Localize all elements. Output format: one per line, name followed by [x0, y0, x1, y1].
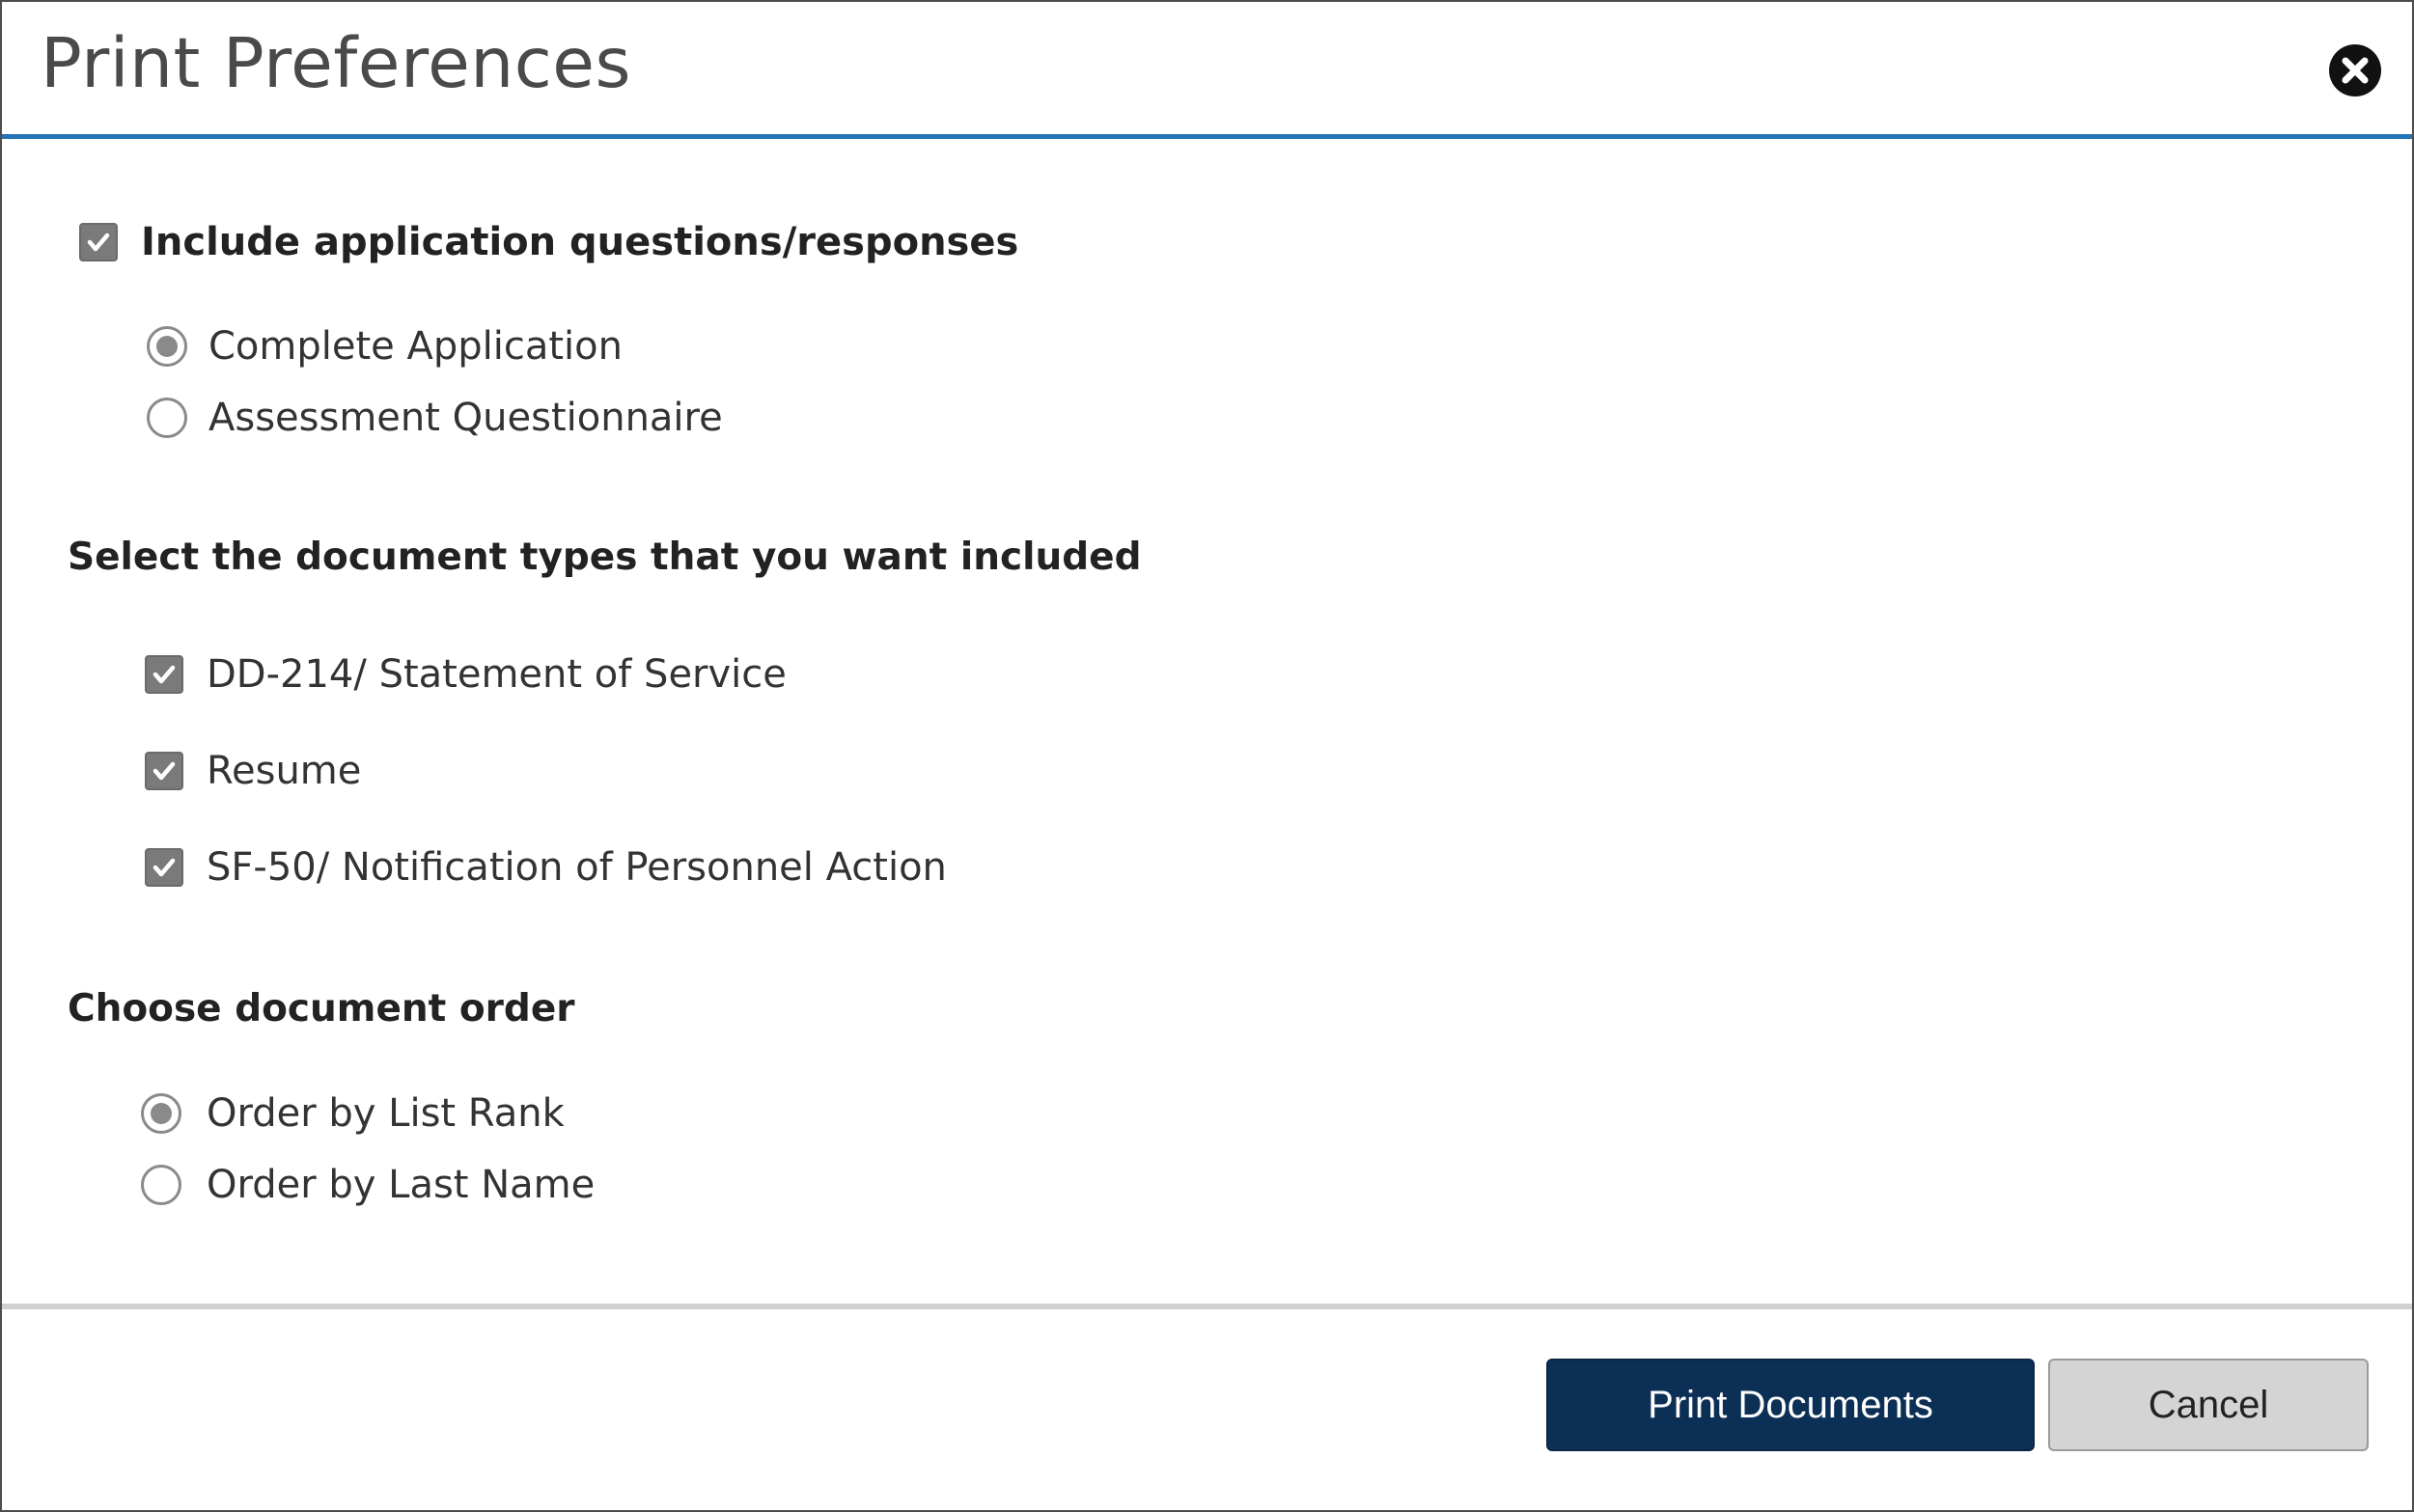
- cancel-button[interactable]: Cancel: [2048, 1359, 2369, 1451]
- radio-label: Assessment Questionnaire: [208, 396, 723, 440]
- document-order-heading: Choose document order: [68, 987, 575, 1031]
- doc-type-sf50[interactable]: SF-50/ Notification of Personnel Action: [145, 845, 947, 890]
- radio-button[interactable]: [141, 1165, 181, 1205]
- sf50-checkbox[interactable]: [145, 848, 183, 887]
- print-documents-button[interactable]: Print Documents: [1546, 1359, 2035, 1451]
- dd214-checkbox[interactable]: [145, 655, 183, 694]
- radio-assessment-questionnaire[interactable]: Assessment Questionnaire: [147, 396, 723, 440]
- radio-order-last-name[interactable]: Order by Last Name: [141, 1163, 595, 1207]
- radio-order-list-rank[interactable]: Order by List Rank: [141, 1091, 565, 1136]
- dd214-label: DD-214/ Statement of Service: [207, 652, 787, 697]
- resume-checkbox[interactable]: [145, 752, 183, 790]
- resume-label: Resume: [207, 749, 362, 793]
- close-icon[interactable]: [2328, 43, 2382, 97]
- radio-label: Order by List Rank: [207, 1091, 565, 1136]
- include-questions-label: Include application questions/responses: [141, 220, 1019, 264]
- radio-label: Order by Last Name: [207, 1163, 596, 1207]
- print-preferences-dialog: Print Preferences Include application qu…: [0, 0, 2414, 1512]
- document-types-heading: Select the document types that you want …: [68, 536, 1142, 579]
- radio-button[interactable]: [147, 398, 187, 438]
- doc-type-resume[interactable]: Resume: [145, 749, 361, 793]
- radio-label: Complete Application: [208, 324, 623, 369]
- sf50-label: SF-50/ Notification of Personnel Action: [207, 845, 947, 890]
- footer-divider: [2, 1304, 2412, 1309]
- include-questions-checkbox-row[interactable]: Include application questions/responses: [79, 220, 1018, 264]
- doc-type-dd214[interactable]: DD-214/ Statement of Service: [145, 652, 787, 697]
- dialog-title: Print Preferences: [41, 23, 631, 103]
- radio-complete-application[interactable]: Complete Application: [147, 324, 623, 369]
- dialog-header: Print Preferences: [2, 2, 2412, 139]
- include-questions-checkbox[interactable]: [79, 223, 118, 261]
- radio-button[interactable]: [147, 326, 187, 367]
- radio-button[interactable]: [141, 1093, 181, 1134]
